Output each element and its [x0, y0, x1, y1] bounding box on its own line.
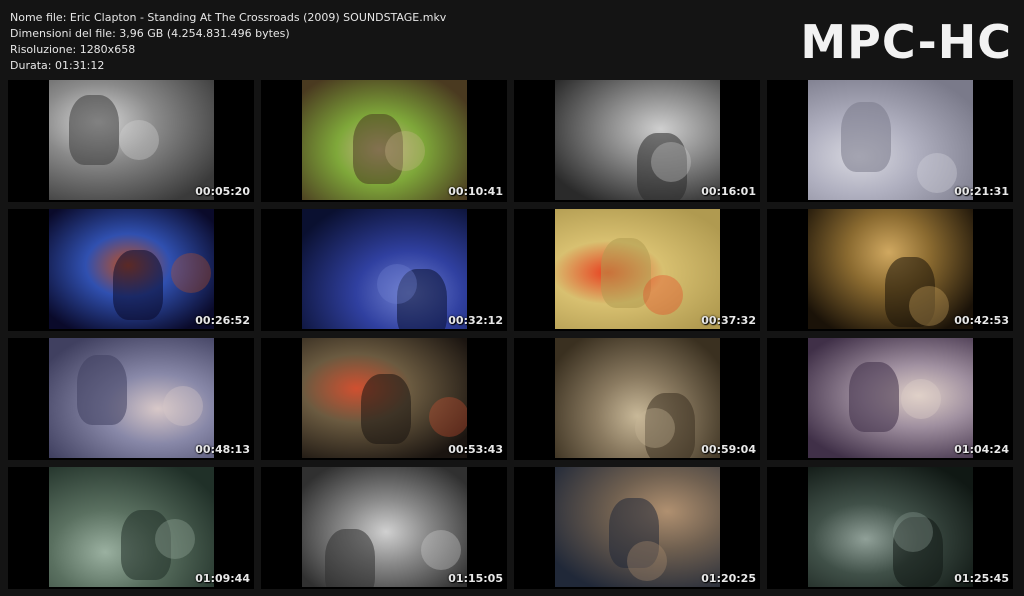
- resolution-line: Risoluzione: 1280x658: [10, 43, 136, 56]
- thumbnail-frame: [808, 467, 973, 587]
- thumbnail-frame: [302, 80, 467, 200]
- mpc-hc-logo: MPC-HC: [800, 15, 1012, 69]
- timestamp: 01:20:25: [701, 572, 756, 585]
- thumbnail: 00:05:20: [8, 80, 254, 202]
- thumbnail: 00:37:32: [514, 209, 760, 331]
- thumbnail-frame: [555, 209, 720, 329]
- file-info: Nome file: Eric Clapton - Standing At Th…: [10, 10, 446, 74]
- thumbnail-frame: [49, 467, 214, 587]
- timestamp: 00:10:41: [448, 185, 503, 198]
- thumbnail-grid: 00:05:20 00:10:41 00:16:01 00:21:31 00:26:52…: [8, 80, 1013, 589]
- thumbnail-frame: [808, 80, 973, 200]
- thumbnail: 00:32:12: [261, 209, 507, 331]
- timestamp: 00:21:31: [954, 185, 1009, 198]
- thumbnail-frame: [302, 338, 467, 458]
- timestamp: 01:25:45: [954, 572, 1009, 585]
- thumbnail-frame: [49, 80, 214, 200]
- thumbnail-frame: [302, 467, 467, 587]
- thumbnail: 00:53:43: [261, 338, 507, 460]
- thumbnail: 01:25:45: [767, 467, 1013, 589]
- thumbnail-frame: [555, 467, 720, 587]
- file-size-line: Dimensioni del file: 3,96 GB (4.254.831.…: [10, 27, 290, 40]
- thumbnail: 00:48:13: [8, 338, 254, 460]
- thumbnail: 00:16:01: [514, 80, 760, 202]
- thumbnail: 00:10:41: [261, 80, 507, 202]
- duration-line: Durata: 01:31:12: [10, 59, 105, 72]
- thumbnail-frame: [49, 338, 214, 458]
- timestamp: 00:53:43: [448, 443, 503, 456]
- file-name-line: Nome file: Eric Clapton - Standing At Th…: [10, 11, 447, 24]
- thumbnail: 00:21:31: [767, 80, 1013, 202]
- thumbnail: 01:04:24: [767, 338, 1013, 460]
- timestamp: 00:42:53: [954, 314, 1009, 327]
- timestamp: 00:32:12: [448, 314, 503, 327]
- thumbnail-sheet: Nome file: Eric Clapton - Standing At Th…: [0, 0, 1024, 596]
- thumbnail-frame: [808, 338, 973, 458]
- timestamp: 00:37:32: [701, 314, 756, 327]
- thumbnail-frame: [49, 209, 214, 329]
- timestamp: 00:59:04: [701, 443, 756, 456]
- timestamp: 01:04:24: [954, 443, 1009, 456]
- thumbnail-frame: [555, 80, 720, 200]
- thumbnail-frame: [302, 209, 467, 329]
- thumbnail-frame: [555, 338, 720, 458]
- thumbnail: 00:26:52: [8, 209, 254, 331]
- timestamp: 00:16:01: [701, 185, 756, 198]
- thumbnail: 01:15:05: [261, 467, 507, 589]
- thumbnail: 01:09:44: [8, 467, 254, 589]
- thumbnail-frame: [808, 209, 973, 329]
- timestamp: 01:15:05: [448, 572, 503, 585]
- timestamp: 00:05:20: [195, 185, 250, 198]
- thumbnail: 00:59:04: [514, 338, 760, 460]
- thumbnail: 01:20:25: [514, 467, 760, 589]
- timestamp: 01:09:44: [195, 572, 250, 585]
- timestamp: 00:26:52: [195, 314, 250, 327]
- timestamp: 00:48:13: [195, 443, 250, 456]
- thumbnail: 00:42:53: [767, 209, 1013, 331]
